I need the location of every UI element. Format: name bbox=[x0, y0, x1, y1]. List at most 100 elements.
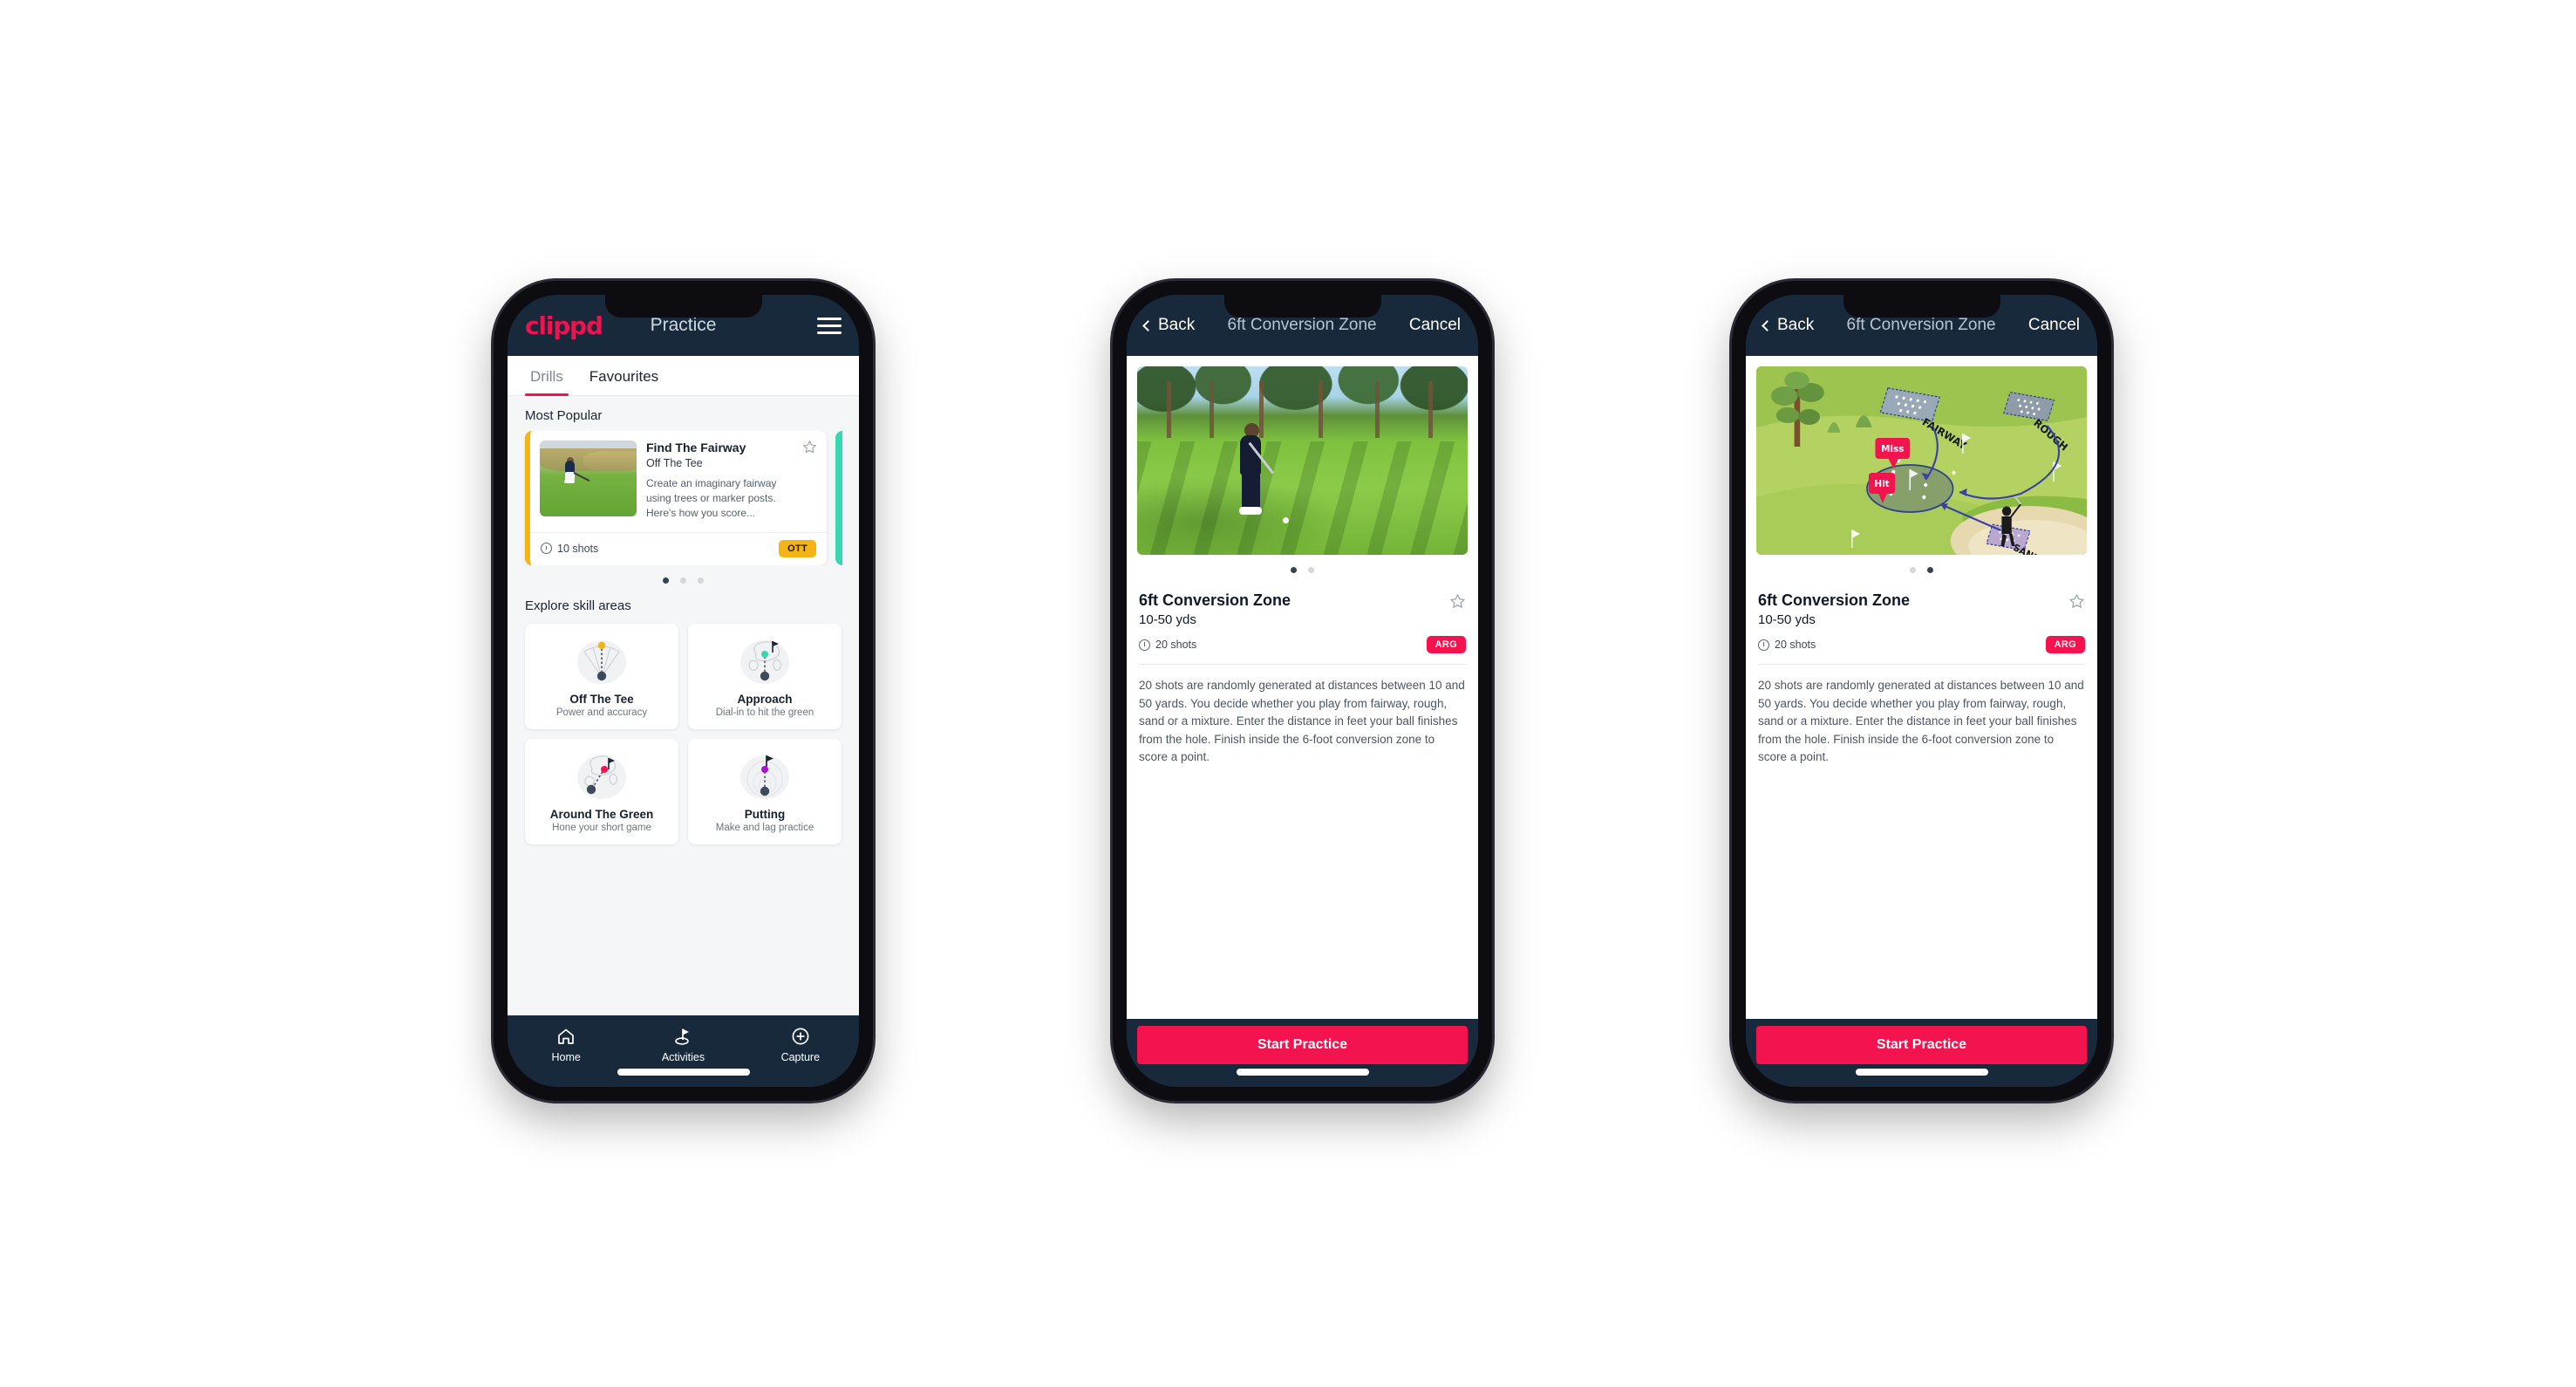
detail-nav-title: 6ft Conversion Zone bbox=[1846, 316, 1996, 334]
media-dots[interactable] bbox=[1746, 555, 2097, 576]
drill-media-photo[interactable] bbox=[1137, 366, 1468, 555]
media-dot-1[interactable] bbox=[1291, 567, 1297, 573]
tab-bar: Drills Favourites bbox=[508, 356, 859, 396]
cta-container: Start Practice bbox=[1746, 1019, 2097, 1087]
most-popular-heading: Most Popular bbox=[525, 408, 603, 423]
nav-item-activities[interactable]: Activities bbox=[644, 1026, 722, 1063]
start-practice-button[interactable]: Start Practice bbox=[1756, 1026, 2087, 1064]
skill-title: Off The Tee bbox=[569, 692, 634, 706]
drill-detail-head: 6ft Conversion Zone 10-50 yds 20 shots A… bbox=[1127, 576, 1478, 653]
skill-title: Putting bbox=[744, 807, 786, 821]
home-indicator bbox=[1855, 1069, 1988, 1076]
carousel-dot-3[interactable] bbox=[698, 577, 704, 584]
golf-ball bbox=[1282, 516, 1289, 523]
drill-detail-title: 6ft Conversion Zone bbox=[1758, 591, 1911, 609]
star-outline-icon[interactable] bbox=[2068, 593, 2085, 610]
media-dots[interactable] bbox=[1127, 555, 1478, 576]
drill-title: Find The Fairway bbox=[646, 441, 746, 454]
practice-scroll-area[interactable]: Most Popular Find The Fairway Off The Te… bbox=[508, 396, 859, 1015]
drill-media-illustration[interactable]: FAIRWAY ROUGH SAND Miss Hit bbox=[1756, 366, 2087, 555]
golf-hole-diagram: FAIRWAY ROUGH SAND Miss Hit bbox=[1756, 366, 2087, 555]
drill-detail-distance: 10-50 yds bbox=[1139, 612, 1196, 627]
drill-card-find-the-fairway[interactable]: Find The Fairway Off The Tee Create an i… bbox=[525, 431, 827, 565]
skill-subtitle: Dial-in to hit the green bbox=[715, 707, 814, 718]
screenshot-canvas: clippd Practice Drills Favourites Most P… bbox=[0, 0, 2576, 1387]
home-indicator bbox=[1236, 1069, 1369, 1076]
start-practice-button[interactable]: Start Practice bbox=[1137, 1026, 1468, 1064]
home-icon bbox=[558, 1028, 575, 1044]
drill-detail-head: 6ft Conversion Zone 10-50 yds 20 shots A… bbox=[1746, 576, 2097, 653]
skill-card-around-the-green[interactable]: Around The Green Hone your short game bbox=[525, 738, 678, 844]
drill-thumbnail bbox=[540, 441, 637, 516]
golf-flag-icon bbox=[675, 1028, 690, 1045]
skill-subtitle: Hone your short game bbox=[552, 822, 651, 833]
back-label: Back bbox=[1777, 316, 1815, 334]
hamburger-icon[interactable] bbox=[817, 317, 842, 334]
drill-detail-body: 6ft Conversion Zone 10-50 yds 20 shots A… bbox=[1127, 356, 1478, 1019]
skill-areas-heading: Explore skill areas bbox=[525, 598, 631, 613]
skill-subtitle: Power and accuracy bbox=[555, 707, 648, 718]
drill-shots-label: 20 shots bbox=[1775, 639, 1816, 651]
chevron-left-icon bbox=[1142, 319, 1154, 331]
skill-areas-grid: Off The Tee Power and accuracy Approach … bbox=[508, 621, 859, 857]
media-dot-2[interactable] bbox=[1308, 567, 1314, 573]
off-the-tee-icon bbox=[577, 639, 626, 684]
phone-notch bbox=[1223, 295, 1381, 318]
drill-card-next-peek[interactable] bbox=[835, 431, 842, 565]
skill-card-off-the-tee[interactable]: Off The Tee Power and accuracy bbox=[525, 623, 678, 729]
skill-card-putting[interactable]: Putting Make and lag practice bbox=[688, 738, 842, 844]
plus-circle-icon bbox=[792, 1028, 809, 1045]
drill-badge-ott: OTT bbox=[779, 539, 816, 557]
clippd-logo[interactable]: clippd bbox=[525, 311, 603, 340]
cta-container: Start Practice bbox=[1127, 1019, 1478, 1087]
drill-badge-arg: ARG bbox=[1426, 636, 1466, 653]
phone-mockup-drill-detail-illustration: Back 6ft Conversion Zone Cancel FAIRWAY … bbox=[1732, 281, 2111, 1101]
putting-icon bbox=[740, 755, 789, 799]
nav-label: Capture bbox=[780, 1051, 821, 1063]
drill-shots-label: 20 shots bbox=[1155, 639, 1197, 651]
drill-description-text: 20 shots are randomly generated at dista… bbox=[1139, 664, 1466, 767]
cancel-button[interactable]: Cancel bbox=[1409, 316, 1461, 335]
carousel-dot-1[interactable] bbox=[663, 577, 669, 584]
golfer-figure bbox=[563, 457, 589, 484]
phone-mockup-drill-detail-video: Back 6ft Conversion Zone Cancel 6ft Conv… bbox=[1113, 281, 1492, 1101]
detail-nav-title: 6ft Conversion Zone bbox=[1227, 316, 1377, 334]
drill-description-text: 20 shots are randomly generated at dista… bbox=[1758, 664, 2085, 767]
drill-detail-shots: 20 shots bbox=[1139, 639, 1196, 651]
phone-mockup-practice-list: clippd Practice Drills Favourites Most P… bbox=[494, 281, 873, 1101]
star-outline-icon[interactable] bbox=[1449, 593, 1466, 610]
skill-title: Around The Green bbox=[549, 807, 654, 821]
carousel-dot-2[interactable] bbox=[680, 577, 686, 584]
back-label: Back bbox=[1158, 316, 1196, 334]
drill-shots-label: 10 shots bbox=[557, 542, 599, 555]
tab-favourites[interactable]: Favourites bbox=[584, 356, 664, 395]
golfer-figure bbox=[1237, 422, 1274, 517]
drill-carousel[interactable]: Find The Fairway Off The Tee Create an i… bbox=[508, 431, 859, 565]
clock-icon bbox=[1139, 639, 1150, 651]
home-indicator bbox=[617, 1069, 750, 1076]
nav-label: Activities bbox=[661, 1051, 705, 1063]
back-button[interactable]: Back bbox=[1142, 316, 1196, 335]
star-outline-icon[interactable] bbox=[802, 440, 817, 454]
clock-icon bbox=[541, 543, 552, 555]
drill-detail-distance: 10-50 yds bbox=[1758, 612, 1816, 627]
media-dot-1[interactable] bbox=[1910, 567, 1916, 573]
label-hit: Hit bbox=[1874, 478, 1889, 489]
drill-badge-arg: ARG bbox=[2045, 636, 2085, 653]
nav-item-home[interactable]: Home bbox=[527, 1026, 605, 1063]
nav-item-capture[interactable]: Capture bbox=[761, 1026, 840, 1063]
bottom-navigation: Home Activities Capture bbox=[508, 1015, 859, 1087]
label-miss: Miss bbox=[1881, 443, 1904, 454]
nav-label: Home bbox=[551, 1051, 581, 1063]
drill-detail-body: FAIRWAY ROUGH SAND Miss Hit 6ft Conversi… bbox=[1746, 356, 2097, 1019]
clock-icon bbox=[1758, 639, 1769, 651]
back-button[interactable]: Back bbox=[1762, 316, 1815, 335]
skill-card-approach[interactable]: Approach Dial-in to hit the green bbox=[688, 623, 842, 729]
cancel-button[interactable]: Cancel bbox=[2028, 316, 2080, 335]
carousel-dots[interactable] bbox=[508, 565, 859, 586]
tab-drills[interactable]: Drills bbox=[525, 356, 569, 396]
drill-detail-title: 6ft Conversion Zone bbox=[1139, 591, 1291, 609]
chevron-left-icon bbox=[1762, 319, 1773, 331]
drill-description: Create an imaginary fairway using trees … bbox=[646, 476, 777, 520]
media-dot-2[interactable] bbox=[1927, 567, 1933, 573]
